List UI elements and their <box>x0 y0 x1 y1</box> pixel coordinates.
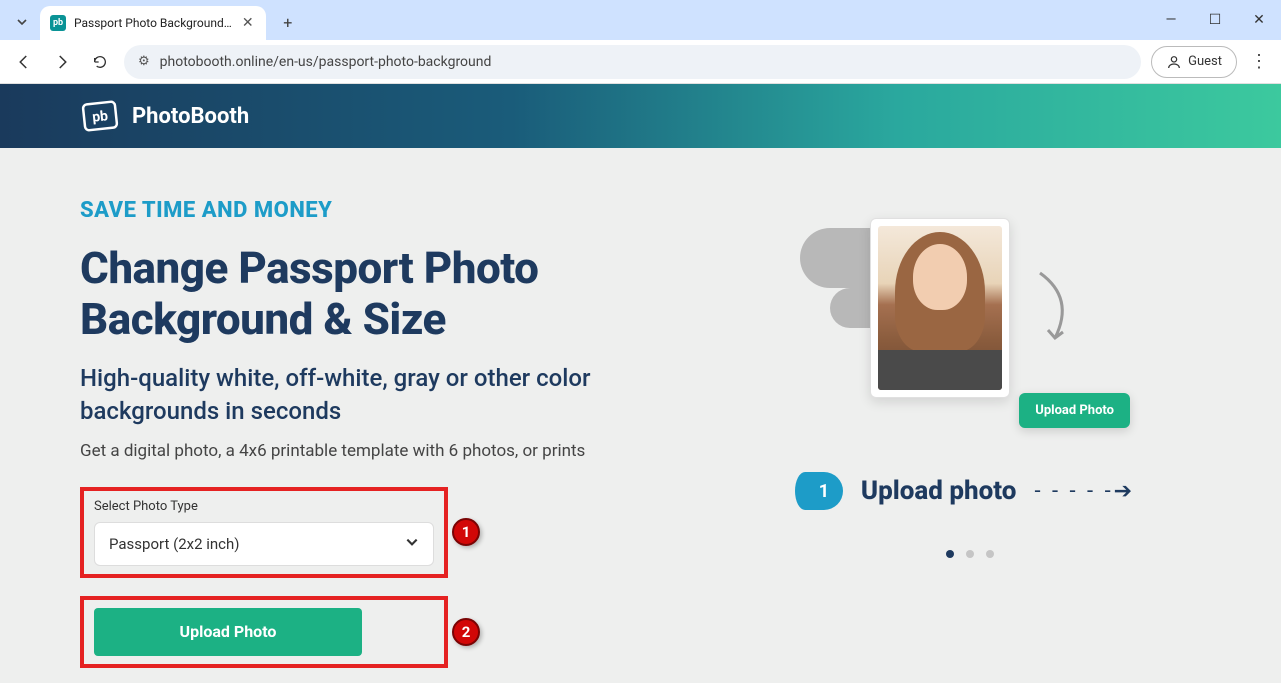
tabs-dropdown[interactable] <box>10 10 34 34</box>
carousel-dots <box>946 550 994 558</box>
step-number-badge: 1 <box>805 472 843 510</box>
eyebrow-text: SAVE TIME AND MONEY <box>80 198 700 223</box>
reload-button[interactable] <box>86 48 114 76</box>
select-value: Passport (2x2 inch) <box>109 535 240 553</box>
portrait-image <box>878 226 1002 390</box>
logo-icon: pb <box>80 97 120 135</box>
tab-close-button[interactable]: ✕ <box>240 15 256 31</box>
browser-menu-button[interactable]: ⋮ <box>1247 50 1271 74</box>
select-label: Select Photo Type <box>94 499 434 514</box>
hero-section: SAVE TIME AND MONEY Change Passport Phot… <box>0 148 1281 683</box>
photo-type-select[interactable]: Passport (2x2 inch) <box>94 522 434 566</box>
hero-left-column: SAVE TIME AND MONEY Change Passport Phot… <box>80 198 700 683</box>
curved-arrow-icon <box>1030 268 1080 348</box>
minimize-button[interactable]: — <box>1149 0 1193 40</box>
brand-text: PhotoBooth <box>132 104 249 129</box>
illustration: Upload Photo <box>790 218 1150 458</box>
site-settings-icon[interactable]: ⚙ <box>138 54 150 69</box>
upload-photo-button[interactable]: Upload Photo <box>94 608 362 656</box>
hero-right-column: Upload Photo 1 Upload photo - - - - -➔ <box>760 198 1180 683</box>
annotation-box-2: Upload Photo 2 <box>80 596 448 668</box>
annotation-marker-1: 1 <box>452 518 480 546</box>
annotation-marker-2: 2 <box>452 618 480 646</box>
page-title: Change Passport Photo Background & Size <box>80 243 700 344</box>
profile-guest-button[interactable]: Guest <box>1151 46 1237 78</box>
address-bar[interactable]: ⚙ photobooth.online/en-us/passport-photo… <box>124 45 1141 79</box>
chevron-down-icon <box>405 535 419 553</box>
description: Get a digital photo, a 4x6 printable tem… <box>80 441 700 461</box>
annotation-box-1: Select Photo Type Passport (2x2 inch) 1 <box>80 487 448 578</box>
step-row: 1 Upload photo - - - - -➔ <box>805 472 1135 510</box>
browser-toolbar: ⚙ photobooth.online/en-us/passport-photo… <box>0 40 1281 84</box>
new-tab-button[interactable]: + <box>274 8 302 36</box>
maximize-button[interactable]: ☐ <box>1193 0 1237 40</box>
url-text: photobooth.online/en-us/passport-photo-b… <box>160 54 492 70</box>
browser-tab[interactable]: pb Passport Photo Background… ✕ <box>40 6 266 40</box>
step-text: Upload photo <box>861 476 1017 506</box>
page-viewport[interactable]: pb PhotoBooth SAVE TIME AND MONEY Change… <box>0 84 1281 683</box>
arrow-dashes: - - - - -➔ <box>1034 479 1135 504</box>
subtitle: High-quality white, off-white, gray or o… <box>80 362 700 427</box>
carousel-dot-2[interactable] <box>966 550 974 558</box>
upload-photo-badge[interactable]: Upload Photo <box>1019 393 1130 428</box>
browser-titlebar: pb Passport Photo Background… ✕ + — ☐ ✕ <box>0 0 1281 40</box>
back-button[interactable] <box>10 48 38 76</box>
forward-button[interactable] <box>48 48 76 76</box>
site-logo[interactable]: pb PhotoBooth <box>80 97 249 135</box>
close-window-button[interactable]: ✕ <box>1237 0 1281 40</box>
sample-photo-card <box>870 218 1010 398</box>
svg-text:pb: pb <box>91 108 108 126</box>
carousel-dot-1[interactable] <box>946 550 954 558</box>
carousel-dot-3[interactable] <box>986 550 994 558</box>
tab-title: Passport Photo Background… <box>74 16 232 30</box>
site-header: pb PhotoBooth <box>0 84 1281 148</box>
guest-label: Guest <box>1188 54 1222 69</box>
window-controls: — ☐ ✕ <box>1149 0 1281 40</box>
tab-favicon: pb <box>50 15 66 31</box>
